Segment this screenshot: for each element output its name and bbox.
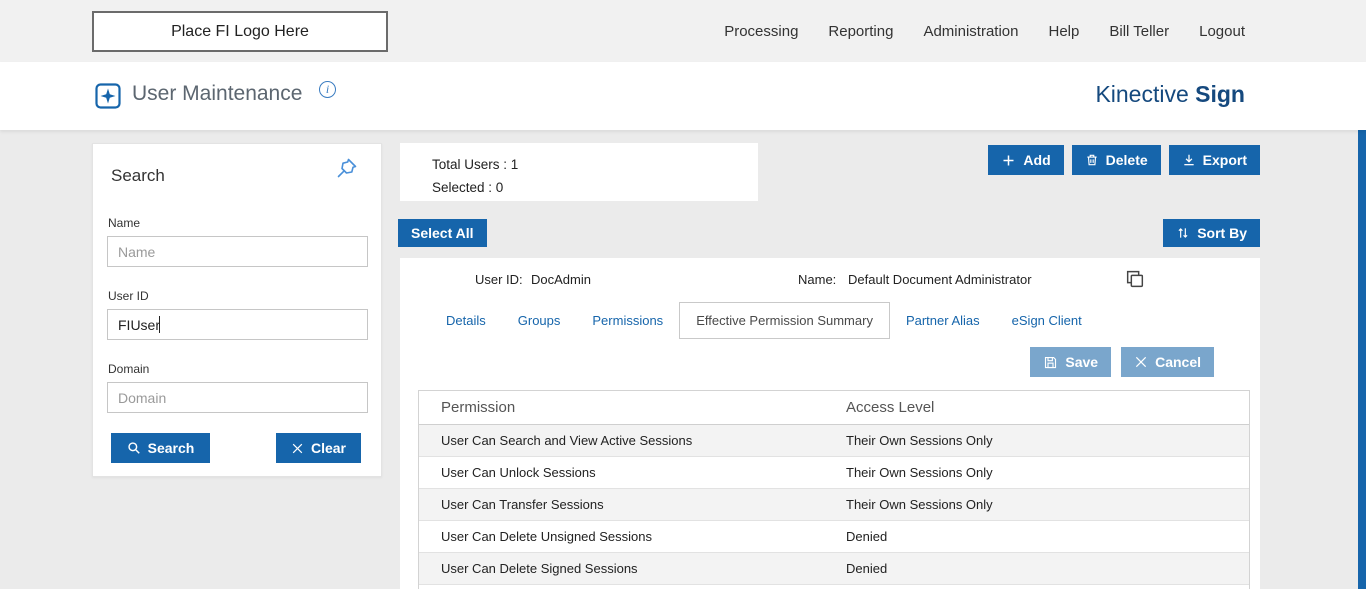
trash-icon: [1085, 153, 1099, 167]
name-field-label: Name: [108, 216, 140, 230]
table-row-partial: [419, 585, 1249, 589]
nav-item-administration[interactable]: Administration: [923, 23, 1018, 40]
table-header-row: Permission Access Level: [419, 391, 1249, 425]
tab-permissions[interactable]: Permissions: [576, 303, 679, 338]
sort-icon: [1176, 226, 1190, 240]
page-header: User Maintenance i Kinective Sign: [0, 62, 1366, 130]
top-bar: Place FI Logo Here Processing Reporting …: [0, 0, 1366, 62]
user-maintenance-app-icon: [95, 83, 121, 114]
name-input[interactable]: [107, 236, 368, 267]
tab-groups[interactable]: Groups: [502, 303, 577, 338]
brand-logo: Kinective Sign: [1095, 81, 1245, 108]
permission-cell: User Can Delete Unsigned Sessions: [419, 529, 846, 544]
table-row[interactable]: User Can Transfer Sessions Their Own Ses…: [419, 489, 1249, 521]
domain-field-label: Domain: [108, 362, 149, 376]
summary-box: Total Users : 1 Selected : 0: [400, 143, 758, 201]
text-caret: [159, 316, 160, 333]
toolbar-actions: Add Delete Export: [988, 145, 1260, 175]
permission-cell: User Can Unlock Sessions: [419, 465, 846, 480]
plus-icon: [1001, 153, 1016, 168]
tab-details[interactable]: Details: [430, 303, 502, 338]
nav-item-reporting[interactable]: Reporting: [828, 23, 893, 40]
user-name-label: Name:: [798, 272, 836, 287]
table-row[interactable]: User Can Delete Signed Sessions Denied: [419, 553, 1249, 585]
table-row[interactable]: User Can Unlock Sessions Their Own Sessi…: [419, 457, 1249, 489]
delete-button[interactable]: Delete: [1072, 145, 1161, 175]
nav-item-user-bill-teller[interactable]: Bill Teller: [1109, 23, 1169, 40]
user-id-label: User ID:: [475, 272, 523, 287]
save-button[interactable]: Save: [1030, 347, 1111, 377]
permission-cell: User Can Transfer Sessions: [419, 497, 846, 512]
tab-partner-alias[interactable]: Partner Alias: [890, 303, 996, 338]
pin-icon[interactable]: [335, 156, 359, 185]
clear-x-icon: [291, 442, 304, 455]
permission-cell: User Can Delete Signed Sessions: [419, 561, 846, 576]
user-id-value: DocAdmin: [531, 272, 591, 287]
brand-first: Kinective: [1095, 81, 1188, 107]
domain-input[interactable]: [107, 382, 368, 413]
vertical-scrollbar[interactable]: [1358, 130, 1366, 589]
column-header-permission: Permission: [419, 399, 846, 416]
table-row[interactable]: User Can Search and View Active Sessions…: [419, 425, 1249, 457]
brand-second: Sign: [1195, 81, 1245, 107]
column-header-access-level: Access Level: [846, 399, 1249, 416]
user-detail-tabs: Details Groups Permissions Effective Per…: [430, 302, 1098, 339]
access-level-cell: Denied: [846, 529, 1249, 544]
info-icon[interactable]: i: [319, 81, 336, 98]
copy-icon[interactable]: [1124, 268, 1146, 295]
access-level-cell: Their Own Sessions Only: [846, 465, 1249, 480]
download-icon: [1182, 153, 1196, 167]
table-row[interactable]: User Can Delete Unsigned Sessions Denied: [419, 521, 1249, 553]
clear-button[interactable]: Clear: [276, 433, 361, 463]
add-button[interactable]: Add: [988, 145, 1063, 175]
sort-by-button[interactable]: Sort By: [1163, 219, 1260, 247]
nav-item-logout[interactable]: Logout: [1199, 23, 1245, 40]
access-level-cell: Denied: [846, 561, 1249, 576]
search-button[interactable]: Search: [111, 433, 210, 463]
select-all-button[interactable]: Select All: [398, 219, 487, 247]
export-button[interactable]: Export: [1169, 145, 1260, 175]
permission-cell: User Can Search and View Active Sessions: [419, 433, 846, 448]
cancel-x-icon: [1134, 355, 1148, 369]
nav-item-processing[interactable]: Processing: [724, 23, 798, 40]
tab-esign-client[interactable]: eSign Client: [996, 303, 1098, 338]
access-level-cell: Their Own Sessions Only: [846, 497, 1249, 512]
user-id-input[interactable]: [107, 309, 368, 340]
top-navigation: Processing Reporting Administration Help…: [724, 0, 1245, 62]
user-name-value: Default Document Administrator: [848, 272, 1032, 287]
search-panel: Search Name User ID Domain Sea: [92, 143, 382, 477]
main-area: Search Name User ID Domain Sea: [0, 130, 1366, 589]
permissions-table: Permission Access Level User Can Search …: [418, 390, 1250, 589]
search-icon: [127, 441, 141, 455]
page-title: User Maintenance: [132, 82, 302, 106]
selected-count: Selected : 0: [432, 176, 758, 199]
save-icon: [1043, 355, 1058, 370]
fi-logo-placeholder: Place FI Logo Here: [92, 11, 388, 52]
total-users-count: Total Users : 1: [432, 153, 758, 176]
access-level-cell: Their Own Sessions Only: [846, 433, 1249, 448]
tab-effective-permission-summary[interactable]: Effective Permission Summary: [679, 302, 890, 339]
nav-item-help[interactable]: Help: [1049, 23, 1080, 40]
user-id-field-label: User ID: [108, 289, 149, 303]
cancel-button[interactable]: Cancel: [1121, 347, 1214, 377]
search-panel-title: Search: [111, 166, 165, 186]
user-detail-panel: User ID: DocAdmin Name: Default Document…: [400, 258, 1260, 589]
panel-actions: Save Cancel: [1030, 347, 1214, 377]
